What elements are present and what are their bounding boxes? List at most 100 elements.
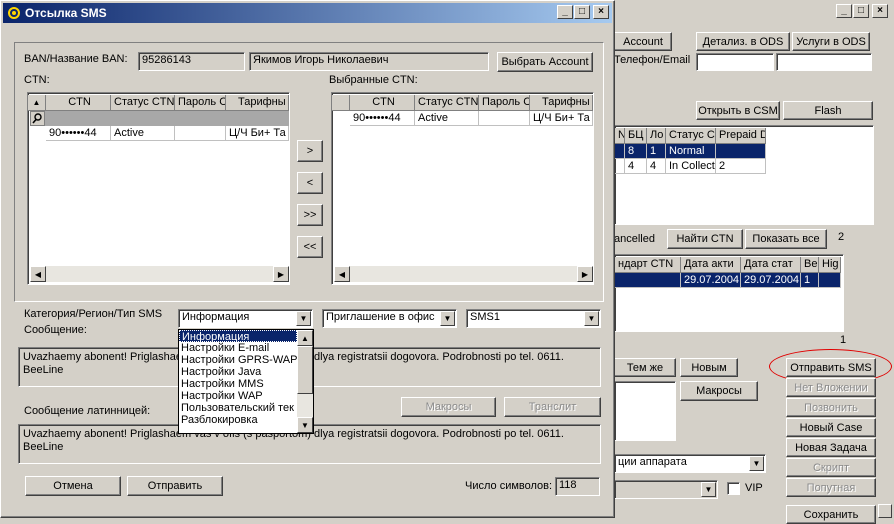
grid-corner[interactable]: ▲	[28, 95, 46, 111]
flash-button[interactable]: Flash	[783, 101, 873, 120]
bg-grid1-cell[interactable]: 8	[625, 144, 647, 159]
ctn-cell[interactable]: 90••••••44	[46, 126, 111, 141]
region-select[interactable]: Приглашение в офис ▼	[322, 309, 457, 328]
ctn-cell[interactable]: Active	[111, 126, 175, 141]
category-dropdown-list[interactable]: Информация Настройки E-mail Настройки GP…	[178, 329, 314, 434]
scroll-left-icon[interactable]: ◀	[30, 266, 46, 282]
ctn-grid[interactable]: ▲ CTN Статус CTN Пароль С Тарифны 90••••…	[27, 92, 290, 285]
bg-close-button[interactable]: ×	[872, 4, 888, 18]
selected-grid-header[interactable]: Пароль С	[479, 95, 530, 111]
bg-grid1-cell[interactable]: 1	[647, 144, 666, 159]
new-task-button[interactable]: Новая Задача	[786, 438, 876, 457]
new-case-button[interactable]: Новый Case	[786, 418, 876, 437]
category-option[interactable]: Настройки WAP	[179, 390, 297, 402]
chevron-down-icon[interactable]: ▼	[296, 311, 311, 326]
bg-grid1-cell[interactable]	[615, 159, 625, 174]
bg-grid1-cell[interactable]: 4	[647, 159, 666, 174]
category-option[interactable]: Настройки GPRS-WAP	[179, 354, 297, 366]
search-icon[interactable]	[30, 111, 45, 126]
send-sms-button[interactable]: Отправить SMS	[786, 358, 876, 377]
maximize-button[interactable]: □	[574, 5, 590, 19]
bg-grid1-cell[interactable]	[716, 144, 766, 159]
type-select[interactable]: SMS1 ▼	[466, 309, 601, 328]
category-option[interactable]: Настройки Java	[179, 366, 297, 378]
category-option[interactable]: Настройки MMS	[179, 378, 297, 390]
category-option[interactable]: Разблокировка	[179, 414, 297, 426]
bg-grid1-cell[interactable]: In Collecti	[666, 159, 716, 174]
related-button[interactable]: Попутная	[786, 478, 876, 497]
send-button[interactable]: Отправить	[127, 476, 223, 496]
ctn-grid-header[interactable]: Статус CTN	[111, 95, 175, 111]
bg-grid2-cell[interactable]: 29.07.2004	[681, 273, 741, 288]
ctn-grid-header[interactable]: Тарифны	[226, 95, 289, 111]
bg-grid1-cell[interactable]	[615, 144, 625, 159]
selected-ctn-cell[interactable]: Active	[415, 111, 479, 126]
ctn-grid-scrollbar[interactable]: ◀ ▶	[30, 266, 289, 282]
bg-grid1-cell[interactable]: 4	[625, 159, 647, 174]
bg-grid1-cell[interactable]: Normal	[666, 144, 716, 159]
selected-ctn-grid[interactable]: CTN Статус CTN Пароль С Тарифны 90••••••…	[331, 92, 594, 285]
selected-ctn-cell[interactable]: 90••••••44	[350, 111, 415, 126]
bg-grid1-header[interactable]: Prepaid D	[716, 128, 766, 144]
services-ods-button[interactable]: Услуги в ODS	[792, 32, 870, 51]
bg-grid2-cell[interactable]	[819, 273, 841, 288]
save-button[interactable]: Сохранить	[786, 505, 876, 524]
chevron-down-icon[interactable]: ▼	[749, 456, 764, 471]
dropdown-scrollbar[interactable]: ▲ ▼	[297, 330, 313, 433]
details-ods-button[interactable]: Детализ. в ODS	[696, 32, 790, 51]
phone-field[interactable]	[696, 53, 774, 71]
cancel-button[interactable]: Отмена	[25, 476, 121, 496]
selected-grid-corner[interactable]	[332, 95, 350, 111]
scroll-right-icon[interactable]: ▶	[577, 266, 593, 282]
bg-grid2-header[interactable]: Дата стат	[741, 257, 801, 273]
bg-maximize-button[interactable]: □	[853, 4, 869, 18]
add-ctn-button[interactable]: >	[297, 140, 323, 162]
scroll-down-icon[interactable]: ▼	[297, 417, 313, 433]
category-option[interactable]: Пользовательский тек	[179, 402, 297, 414]
add-all-ctn-button[interactable]: >>	[297, 204, 323, 226]
call-button[interactable]: Позвонить	[786, 398, 876, 417]
show-all-button[interactable]: Показать все	[745, 229, 827, 249]
category-option[interactable]: Информация	[179, 330, 297, 343]
same-button[interactable]: Тем же	[614, 358, 676, 377]
ctn-cell[interactable]	[175, 126, 226, 141]
category-select[interactable]: Информация ▼	[178, 309, 313, 328]
scroll-left-icon[interactable]: ◀	[334, 266, 350, 282]
ctn-grid-header[interactable]: Пароль С	[175, 95, 226, 111]
bg-grid2-header[interactable]: Дата акти	[681, 257, 741, 273]
scroll-up-icon[interactable]: ▲	[297, 330, 313, 346]
category-option[interactable]: Настройки E-mail	[179, 342, 297, 354]
remove-ctn-button[interactable]: <	[297, 172, 323, 194]
bg-grid2-cell[interactable]	[615, 273, 681, 288]
translit-button[interactable]: Транслит	[504, 397, 601, 417]
open-csm-button[interactable]: Открыть в CSM	[696, 101, 780, 120]
vip-checkbox[interactable]	[727, 482, 740, 495]
bg-grid1-cell[interactable]: 2	[716, 159, 766, 174]
minimize-button[interactable]: _	[557, 5, 573, 19]
chevron-down-icon[interactable]: ▼	[701, 482, 716, 497]
choose-account-button[interactable]: Выбрать Account	[497, 52, 593, 72]
filter-row[interactable]	[30, 111, 289, 126]
ctn-grid-header[interactable]: CTN	[46, 95, 111, 111]
bg-grid2-cell[interactable]: 1	[801, 273, 819, 288]
email-field[interactable]	[776, 53, 872, 71]
bg-grid1-header[interactable]: Ло	[647, 128, 666, 144]
device-combo[interactable]: ции аппарата ▼	[614, 454, 766, 473]
bg-ctn-grid[interactable]: ндарт CTN Дата акти Дата стат Ве Hig 29.…	[614, 254, 844, 332]
selected-grid-header[interactable]: Тарифны	[530, 95, 593, 111]
selected-ctn-cell[interactable]: Ц/Ч Би+ Та	[530, 111, 593, 126]
selected-grid-header[interactable]: Статус CTN	[415, 95, 479, 111]
bg-minimize-button[interactable]: _	[836, 4, 852, 18]
bg-notes-box[interactable]	[614, 381, 676, 441]
scroll-right-icon[interactable]: ▶	[273, 266, 289, 282]
chevron-down-icon[interactable]: ▼	[584, 311, 599, 326]
bg-grid2-header[interactable]: Hig	[819, 257, 841, 273]
bg-macros-button[interactable]: Макросы	[680, 381, 758, 401]
bg-grid1-header[interactable]: N	[615, 128, 625, 144]
bg-grid1-header[interactable]: БЦ	[625, 128, 647, 144]
bg-grid1-header[interactable]: Статус С	[666, 128, 716, 144]
bg-accounts-grid[interactable]: N БЦ Ло Статус С Prepaid D 8 1 Normal 4 …	[614, 125, 874, 225]
bg-grid2-cell[interactable]: 29.07.2004	[741, 273, 801, 288]
selected-grid-header[interactable]: CTN	[350, 95, 415, 111]
scroll-thumb[interactable]	[297, 346, 313, 394]
